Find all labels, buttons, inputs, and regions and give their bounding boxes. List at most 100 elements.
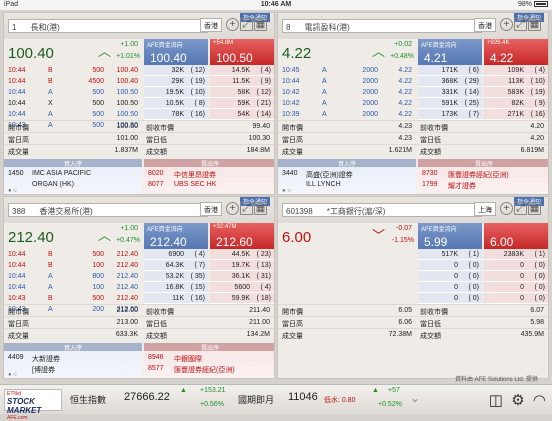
price-change-pct: -1.15% (391, 237, 414, 244)
depth-row: 0( 0) 0( 0) (418, 260, 548, 271)
bid-price-box[interactable]: AFE資金流向 5.99 (418, 223, 482, 249)
ask-price-box[interactable]: 6.00 (484, 223, 548, 249)
depth-row: 517K( 1) 2383K( 1) (418, 249, 548, 260)
price-row: 6.00 ﹀ -0.07 -1.15% AFE資金流向 5.99 6.00 (278, 223, 548, 249)
stock-code-input[interactable]: 8 電訊盈科(港) (282, 19, 482, 33)
status-bar: iPad 10:46 AM 98% (0, 0, 552, 10)
bid-price-box[interactable]: AFE資金流向 100.40 (144, 39, 208, 65)
stock-name: 電訊盈科(港) (304, 23, 350, 32)
broker-id: 8020 (148, 170, 164, 177)
future-value: 11046 (288, 391, 318, 403)
broker-name: IMC ASIA PACIFIC (32, 170, 91, 177)
add-icon[interactable]: + (500, 202, 513, 215)
ask-price-box[interactable]: +926.4K 4.22 (484, 39, 548, 65)
price-row: 4.22 ︿ +0.02 +0.48% AFE資金流向 4.21 +926.4K 4.22 (278, 39, 548, 65)
trade-row: 10:45 A 2000 4.22 (282, 67, 412, 74)
grid-icon[interactable]: ▦ (254, 202, 267, 215)
broker-queue-header: 買入序 賣出序 (4, 159, 274, 168)
chevron-down-icon[interactable]: ⌄ (410, 391, 420, 405)
expand-icon[interactable]: ⤢ (514, 18, 527, 31)
expand-icon[interactable]: ⤢ (240, 18, 253, 31)
index-change-pct: +0.56% (200, 401, 224, 408)
future-name[interactable]: 國期即月 (238, 393, 274, 406)
order-book: 517K( 1) 2383K( 1) 0( 0) 0( 0) 0( 0) 0( 0) 0( … (418, 249, 548, 304)
stats-table: 開市價 100.60 前收市價 99.40 當日高 101.00 當日低 100.30 成交量 1… (4, 120, 274, 156)
stats-row: 成交量 72.38M 成交額 435.9M (278, 328, 548, 340)
depth-row: 591K( 25) 82K( 9) (418, 98, 548, 109)
bid-price: 4.21 (424, 51, 448, 65)
grid-icon[interactable]: ▦ (528, 202, 541, 215)
market-label: 上海 (474, 202, 496, 216)
quote-panel: 8 電訊盈科(港) 香港 指令通知 + ⤢ ▦ 4.22 ︿ +0.02 +0.48% AFE資金流向… (277, 12, 549, 195)
stock-name: *工商銀行(滬/深) (326, 207, 386, 216)
broker-queue-header: 買入序 賣出序 (4, 343, 274, 352)
index-name[interactable]: 恒生指數 (70, 393, 106, 406)
future-discount: 低水: 0.80 (324, 397, 356, 404)
trade-row: 10:44 A 100 212.40 (8, 284, 138, 291)
depth-row: 331K( 14) 583K( 19) (418, 87, 548, 98)
broker-id: 8577 (148, 365, 164, 372)
stats-row: 當日高 4.23 當日低 4.20 (278, 132, 548, 144)
trade-row: 10:44 A 500 100.50 (8, 89, 138, 96)
ask-price: 6.00 (490, 235, 514, 249)
expand-icon[interactable]: ⤢ (514, 202, 527, 215)
add-icon[interactable]: + (226, 202, 239, 215)
stats-row: 成交量 633.3K 成交額 134.2M (4, 328, 274, 340)
battery-icon (534, 1, 548, 8)
ask-price: 212.60 (216, 235, 253, 249)
depth-row: 6900( 4) 44.5K( 23) (144, 249, 274, 260)
depth-row: 0( 0) 0( 0) (418, 282, 548, 293)
depth-row: 29K( 19) 11.5K( 9) (144, 76, 274, 87)
broker-id: 3440 (282, 170, 298, 177)
order-book: 32K( 12) 14.5K( 4) 29K( 19) 11.5K( 9) 19.5K(… (144, 65, 274, 120)
layout-icon[interactable]: ◫ (489, 391, 503, 409)
page-dots[interactable]: ● ○ (282, 188, 291, 194)
bid-price-box[interactable]: AFE資金流向 4.21 (418, 39, 482, 65)
grid-icon[interactable]: ▦ (254, 18, 267, 31)
broker-name: 匯豐證券經紀(亞洲) (448, 172, 509, 179)
stock-code-input[interactable]: 388 香港交易所(港) (8, 203, 208, 217)
depth-row: 64.3K( 7) 19.7K( 13) (144, 260, 274, 271)
stock-code-input[interactable]: 601398 *工商銀行(滬/深) (282, 203, 482, 217)
ask-price-box[interactable]: +54.8M 100.50 (210, 39, 274, 65)
add-icon[interactable]: + (500, 18, 513, 31)
depth-row: 11K( 16) 59.9K( 18) (144, 293, 274, 304)
quote-panel: 1 長和(港) 香港 指令通知 + ⤢ ▦ 100.40 ︿ +1.00 +1.01% AFE資金流向… (3, 12, 275, 195)
toolbar-icons: ◫ ⚙ ◠ (483, 391, 546, 409)
broker-name: ORGAN (HK) (32, 181, 74, 188)
ask-price-box[interactable]: +32.47M 212.60 (210, 223, 274, 249)
stock-name: 香港交易所(港) (39, 207, 93, 216)
add-icon[interactable]: + (226, 18, 239, 31)
panel-header: 388 香港交易所(港) 香港 指令通知 + ⤢ ▦ (4, 197, 274, 223)
trade-row: 10:44 B 100 212.40 (8, 262, 138, 269)
grid-icon[interactable]: ▦ (528, 18, 541, 31)
index-up-icon: ▲ (180, 387, 187, 394)
price-change: -0.07 (396, 225, 412, 232)
index-change: +153.21 (200, 387, 226, 394)
depth-row: 78K( 16) 54K( 14) (144, 109, 274, 120)
broker-name: ILL LYNCH (306, 181, 341, 188)
price-change-pct: +0.47% (116, 237, 140, 244)
stats-table: 開市價 4.23 前收市價 4.20 當日高 4.23 當日低 4.20 成交量 1.621M 成交… (278, 120, 548, 156)
page-dots[interactable]: ● ○ (8, 188, 17, 194)
stock-code-input[interactable]: 1 長和(港) (8, 19, 208, 33)
trade-row: 10:44 B 500 212.40 (8, 251, 138, 258)
future-change: +57 (388, 387, 400, 394)
broker-id: 1450 (8, 170, 24, 177)
bid-price-box[interactable]: AFE資金流向 212.40 (144, 223, 208, 249)
panel-header: 601398 *工商銀行(滬/深) 上海 指令通知 + ⤢ ▦ (278, 197, 548, 223)
broker-queue-header: 買入序 賣出序 (278, 159, 548, 168)
expand-icon[interactable]: ⤢ (240, 202, 253, 215)
data-source-note: 資料由 AFE Solutions Ltd. 提供 (454, 377, 538, 383)
gear-icon[interactable]: ⚙ (511, 391, 524, 409)
broker-id: 8730 (422, 170, 438, 177)
last-price: 6.00 (282, 229, 312, 246)
trade-row: 10:42 A 2000 4.22 (282, 100, 412, 107)
depth-row: 173K( 7) 271K( 16) (418, 109, 548, 120)
ask-price: 100.50 (216, 51, 253, 65)
stats-row: 當日高 101.00 當日低 100.30 (4, 132, 274, 144)
app-logo[interactable]: ETNet STOCK MARKET AFE.com (4, 389, 62, 421)
trade-row: 10:42 A 2000 4.22 (282, 89, 412, 96)
broker-queue: 1450 IMC ASIA PACIFIC ORGAN (HK) 8020 中信里昂證券… (4, 167, 274, 194)
price-change: +0.02 (394, 41, 412, 48)
